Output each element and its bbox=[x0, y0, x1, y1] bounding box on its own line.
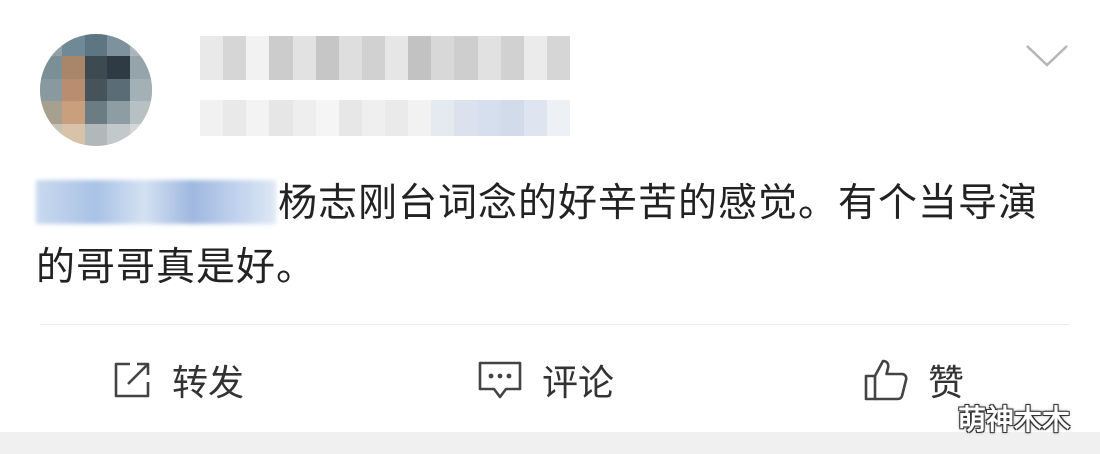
chevron-down-icon[interactable] bbox=[1024, 40, 1070, 70]
avatar-pixelated-image bbox=[40, 34, 152, 146]
card-bottom-gap bbox=[0, 432, 1100, 454]
weibo-post-card: 杨志刚台词念的好辛苦的感觉。有个当导演的哥哥真是好。 转发 评论 赞 bbox=[0, 0, 1100, 432]
watermark: 萌神木木 bbox=[958, 403, 1071, 436]
divider bbox=[40, 324, 1070, 325]
timestamp-source-pixelated bbox=[200, 100, 570, 136]
avatar[interactable] bbox=[40, 34, 152, 146]
repost-label: 转发 bbox=[172, 363, 245, 404]
mention-pixelated[interactable] bbox=[36, 179, 276, 224]
speech-bubble-icon bbox=[478, 361, 522, 399]
share-square-icon bbox=[114, 362, 150, 398]
repost-button[interactable]: 转发 bbox=[110, 350, 244, 410]
post-content: 杨志刚台词念的好辛苦的感觉。有个当导演的哥哥真是好。 bbox=[36, 172, 1066, 300]
username-pixelated[interactable] bbox=[200, 36, 570, 80]
comment-button[interactable]: 评论 bbox=[476, 350, 614, 410]
like-button[interactable]: 赞 bbox=[862, 350, 964, 410]
comment-label: 评论 bbox=[542, 363, 615, 404]
thumbs-up-icon bbox=[864, 359, 908, 401]
